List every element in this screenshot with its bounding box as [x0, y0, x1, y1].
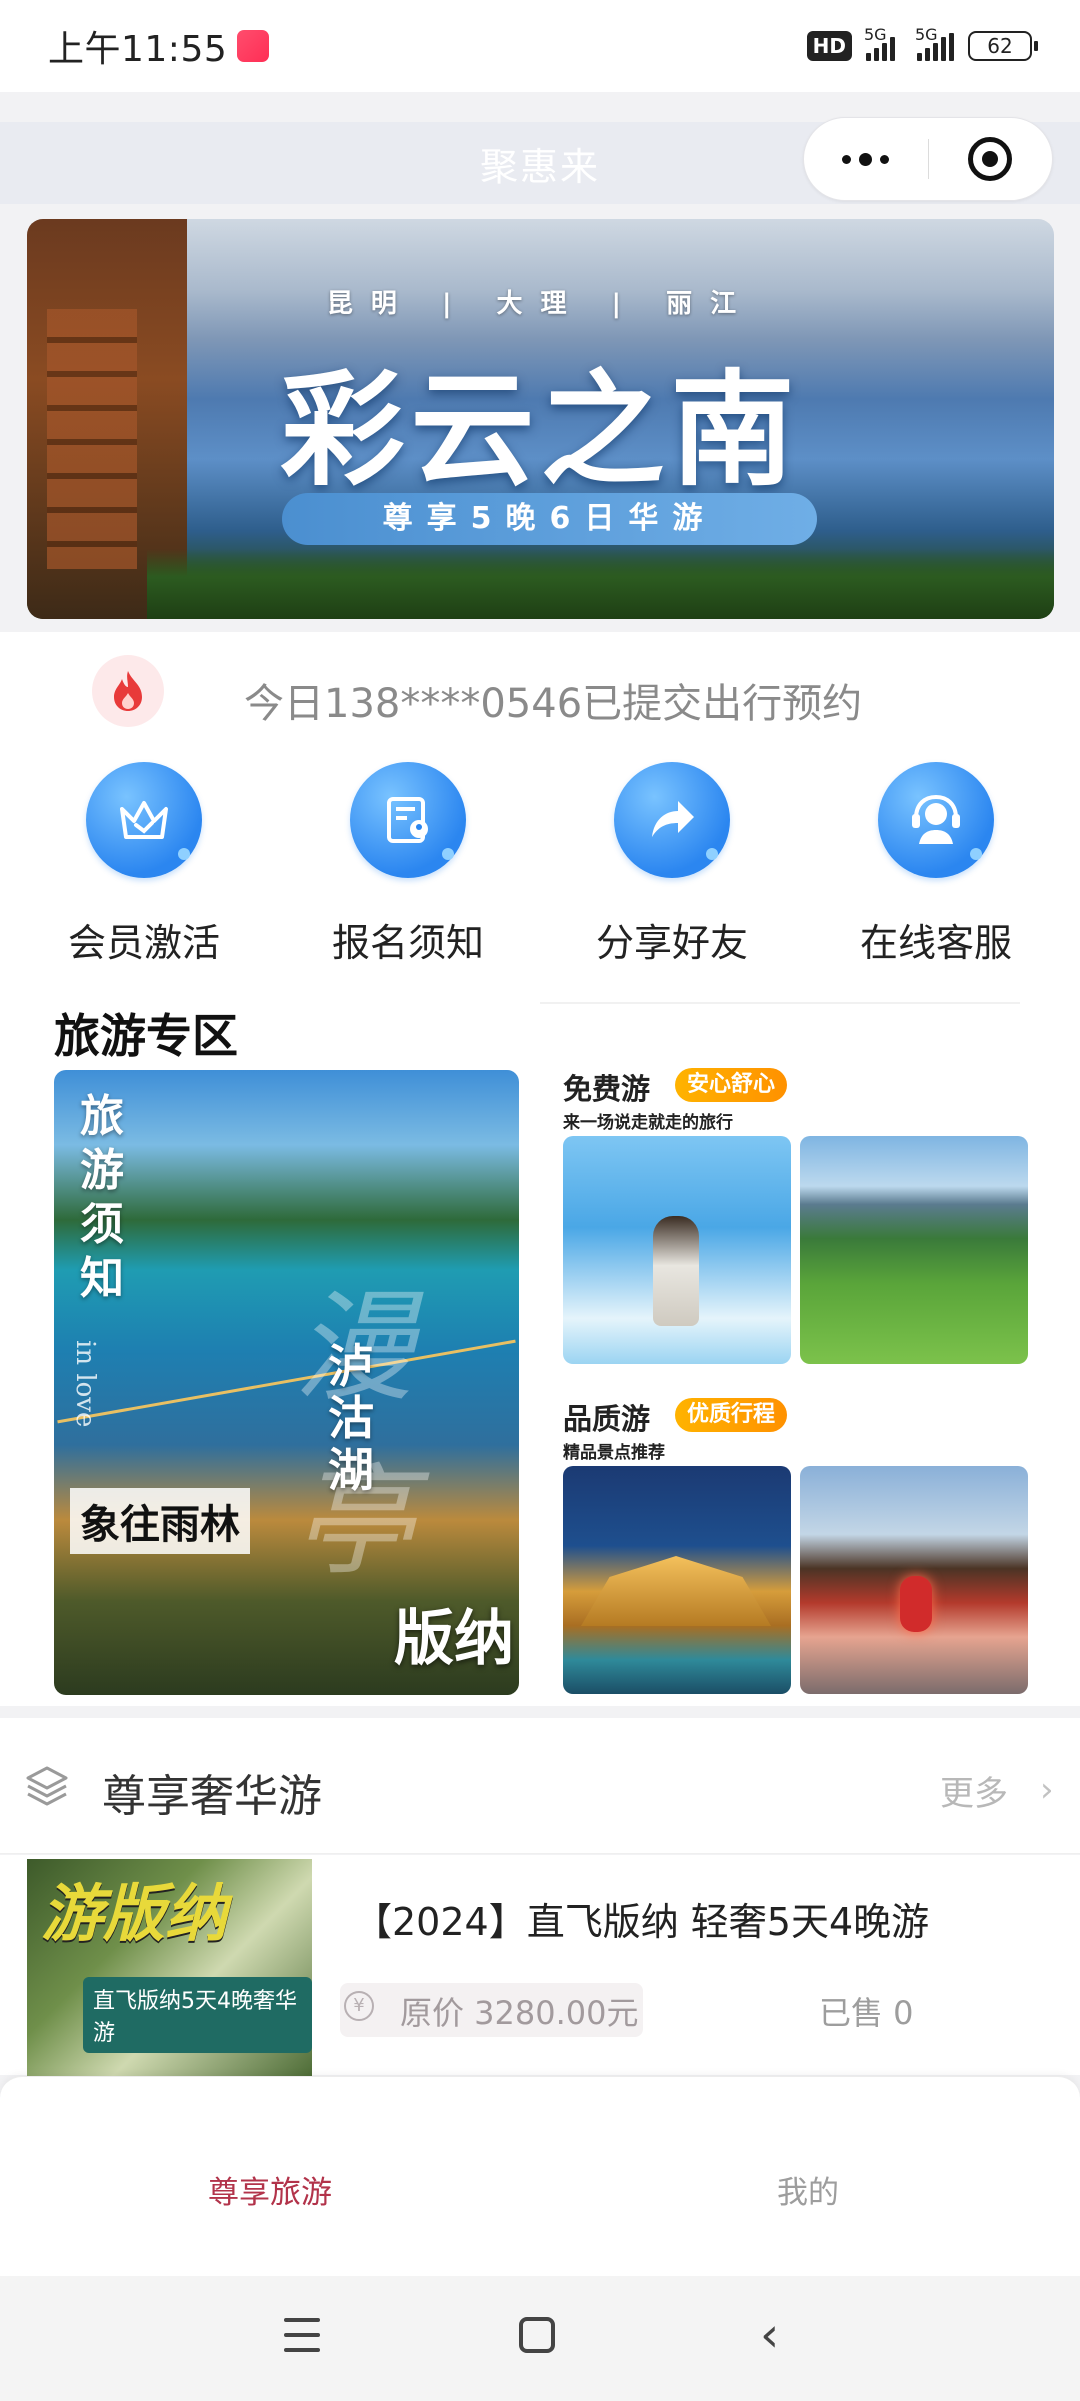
quick-action-label: 会员激活 — [67, 921, 220, 965]
sold-count: 已售 0 — [819, 1994, 914, 2032]
product-image[interactable]: 游版纳 直飞版纳5天4晚奢华游 — [27, 1859, 312, 2079]
poster-xishuang: 版纳 — [394, 1604, 514, 1674]
home-icon[interactable] — [519, 2317, 555, 2353]
banner-trees-image — [147, 549, 1054, 619]
crown-icon — [86, 762, 202, 878]
more-dots-icon[interactable] — [804, 118, 928, 200]
divider — [540, 1002, 1020, 1004]
status-time: 上午11:55 — [48, 29, 228, 70]
product-image-title: 游版纳 — [41, 1877, 228, 1950]
notice-text: 今日138****0546已提交出行预约 — [244, 681, 863, 727]
banner-subtitle: 昆明 | 大理 | 丽江 — [326, 289, 755, 319]
network-type-label-2: 5G — [915, 25, 938, 44]
bottom-tab-bar — [0, 2076, 1080, 2276]
page-title: 聚惠来 — [479, 144, 600, 189]
product-image-caption: 直飞版纳5天4晚奢华游 — [83, 1977, 312, 2053]
quick-actions: 会员激活 报名须知 分享好友 在线客服 — [0, 752, 1080, 986]
battery-icon: 62 — [968, 31, 1038, 61]
signal-icon: 5G — [864, 25, 895, 61]
tab-luxury-travel[interactable]: 尊享旅游 — [208, 2167, 332, 2212]
share-arrow-icon — [614, 762, 730, 878]
chevron-right-icon[interactable]: › — [1040, 1770, 1054, 1810]
quick-action-label: 报名须知 — [331, 921, 484, 965]
quick-action-label: 分享好友 — [595, 921, 748, 965]
poster-rainforest: 象往雨林 — [70, 1488, 250, 1554]
section-title: 尊享奢华游 — [102, 1771, 322, 1822]
free-tour-subtitle: 来一场说走就走的旅行 — [563, 1113, 733, 1133]
poster-vertical-text: 旅游须知 — [80, 1091, 124, 1304]
poster-lake-name: 泸沽湖 — [328, 1339, 374, 1497]
free-tour-title[interactable]: 免费游 — [563, 1066, 650, 1108]
mini-program-capsule — [803, 117, 1053, 201]
back-icon[interactable]: ‹ — [760, 2311, 779, 2359]
target-close-icon[interactable] — [929, 118, 1053, 200]
layers-icon — [26, 1766, 68, 1806]
travel-notice-poster[interactable]: 旅游须知 漫亭 in love 泸沽湖 象往雨林 版纳 — [54, 1070, 519, 1695]
quality-tour-subtitle: 精品景点推荐 — [563, 1443, 665, 1463]
free-tour-thumb-grassland[interactable] — [800, 1136, 1028, 1364]
quality-tour-title[interactable]: 品质游 — [563, 1396, 650, 1438]
free-tour-thumb-ice[interactable] — [563, 1136, 791, 1364]
status-bar: 上午11:55 HD 5G 5G 62 — [0, 0, 1080, 92]
original-price: 原价 3280.00元 — [400, 1994, 639, 2032]
quick-action-label: 在线客服 — [859, 921, 1012, 965]
app-notification-icon — [237, 30, 270, 62]
poster-in-love: in love — [70, 1340, 100, 1428]
quick-action-member-activate[interactable]: 会员激活 — [24, 752, 264, 986]
banner-title: 彩云之南 — [280, 358, 801, 503]
free-tour-badge: 安心舒心 — [675, 1068, 788, 1102]
document-user-icon — [350, 762, 466, 878]
yen-icon: ¥ — [344, 1991, 374, 2021]
quality-tour-thumb-lantern[interactable] — [800, 1466, 1028, 1694]
quality-tour-badge: 优质行程 — [675, 1398, 788, 1432]
status-indicators: HD 5G 5G 62 — [806, 25, 1038, 61]
headset-icon — [878, 762, 994, 878]
product-title[interactable]: 【2024】直飞版纳 轻奢5天4晚游 — [354, 1891, 929, 1946]
quick-action-online-service[interactable]: 在线客服 — [816, 752, 1056, 986]
quality-tour-thumb-temple[interactable] — [563, 1466, 791, 1694]
quick-action-signup-notice[interactable]: 报名须知 — [288, 752, 528, 986]
menu-icon[interactable] — [284, 2318, 320, 2352]
hd-icon: HD — [806, 31, 852, 61]
network-type-label: 5G — [864, 25, 887, 44]
banner-pill: 尊享5晚6日华游 — [282, 493, 817, 545]
battery-level: 62 — [987, 34, 1013, 58]
hero-banner[interactable]: 昆明 | 大理 | 丽江 彩云之南 尊享5晚6日华游 — [27, 219, 1054, 619]
section-title: 旅游专区 — [54, 1009, 238, 1063]
more-link[interactable]: 更多 — [940, 1766, 1008, 1815]
signal-icon-2: 5G — [915, 25, 954, 61]
fire-icon — [92, 655, 164, 727]
quick-action-share-friends[interactable]: 分享好友 — [552, 752, 792, 986]
tab-mine[interactable]: 我的 — [777, 2167, 839, 2212]
